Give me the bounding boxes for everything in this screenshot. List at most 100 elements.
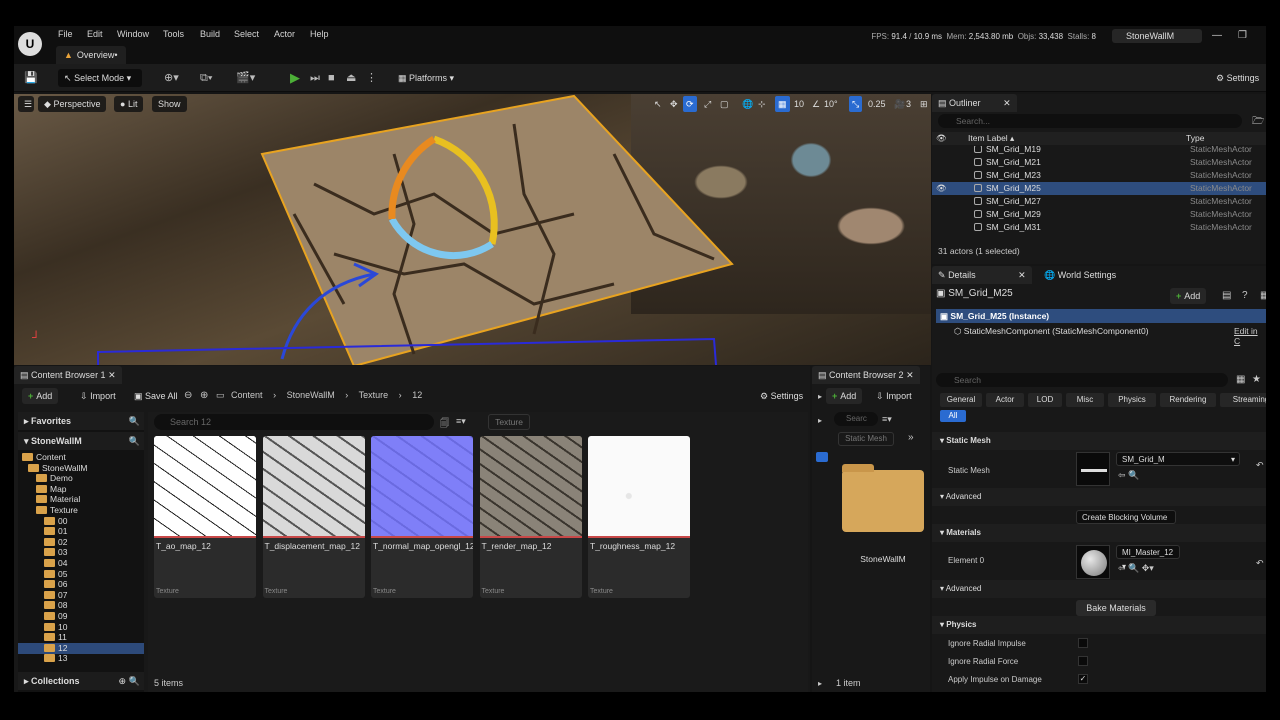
menu-help[interactable]: Help [310,29,329,39]
material-thumbnail[interactable] [1076,545,1110,579]
viewport-layout-icon[interactable]: ⊞ [917,96,931,112]
content-browser-2-tab[interactable]: ▤ Content Browser 2 ✕ [812,366,920,384]
add-actor-icon[interactable]: ⊕▾ [164,69,179,87]
grid-snap-value[interactable]: 10 [791,96,807,112]
back-icon[interactable]: ⊖ [184,390,192,401]
cb1-add-button[interactable]: + Add [22,388,59,404]
ignore-radial-impulse-checkbox[interactable] [1078,638,1088,648]
cb1-import-button[interactable]: ⇩ Import [74,388,122,404]
asset-tile[interactable]: T_roughness_map_12 Texture [588,436,690,598]
section-static-mesh[interactable]: ▾ Static Mesh [932,432,1266,450]
rotate-tool-icon[interactable]: ⟳ [683,96,697,112]
cb1-save-all-button[interactable]: ▣ Save All [128,388,184,404]
menu-edit[interactable]: Edit [87,29,103,39]
collapse-icon[interactable]: ▸ [818,416,822,425]
outliner-row[interactable]: SM_Grid_M31 StaticMeshActor [932,221,1266,234]
tree-folder[interactable]: StoneWallM [18,463,144,474]
minimize-icon[interactable]: — [1212,30,1222,41]
menu-tools[interactable]: Tools [163,29,184,39]
section-advanced-mesh[interactable]: ▾ Advanced [932,488,1266,506]
tree-folder[interactable]: 09 [18,611,144,622]
tree-folder[interactable]: 03 [18,547,144,558]
outliner-row[interactable]: SM_Grid_M23 StaticMeshActor [932,169,1266,182]
section-materials[interactable]: ▾ Materials [932,524,1266,542]
outliner-row[interactable]: SM_Grid_M21 StaticMeshActor [932,156,1266,169]
category-streaming[interactable]: Streaming [1220,393,1266,407]
cb2-folder-label[interactable]: StoneWallM [842,554,924,564]
cb1-settings-button[interactable]: ⚙ Settings [754,388,809,404]
asset-tile[interactable]: T_ao_map_12 Texture [154,436,256,598]
blueprint-convert-icon[interactable]: ▤ [1222,290,1231,301]
create-blocking-volume-dropdown[interactable]: Create Blocking Volume ▾ [1076,510,1176,536]
outliner-tab[interactable]: ▤ Outliner ✕ [932,94,1017,112]
select-mode-dropdown[interactable]: ↖ Select Mode ▾ [58,69,142,87]
play-icon[interactable]: ▶ [290,69,300,87]
use-selected-icon[interactable]: ⇦ 🔍 [1118,470,1139,481]
details-tab[interactable]: ✎ Details ✕ [932,266,1032,284]
breadcrumb-stonewallm[interactable]: StoneWallM [287,390,335,400]
tree-folder[interactable]: 02 [18,537,144,548]
filter-icon[interactable]: ≡▾ [456,416,466,427]
collections-header[interactable]: ▸ Collections ⊕ 🔍 [18,672,144,690]
angle-snap-value[interactable]: 10° [821,96,841,112]
more-options-icon[interactable]: ⋮ [366,69,377,87]
scale-tool-icon[interactable]: ⤢ [701,96,714,112]
tree-folder[interactable]: 00 [18,516,144,527]
col-type[interactable]: Type [1186,132,1204,145]
menu-actor[interactable]: Actor [274,29,295,39]
select-tool-icon[interactable]: ↖ [651,96,665,112]
ignore-radial-force-checkbox[interactable] [1078,656,1088,666]
outliner-search-input[interactable]: Search... [938,114,1242,128]
more-icon[interactable]: ▦ [1260,290,1266,301]
content-browser-1-tab[interactable]: ▤ Content Browser 1 ✕ [14,366,122,384]
breadcrumb-texture[interactable]: Texture [359,390,389,400]
tree-folder[interactable]: 11 [18,632,144,643]
close-icon[interactable]: ✕ [108,370,116,380]
show-button[interactable]: Show [152,96,187,112]
world-settings-tab[interactable]: 🌐 World Settings [1038,266,1122,284]
property-matrix-icon[interactable]: ▦ [1236,374,1245,385]
viewport-menu-icon[interactable]: ☰ [18,96,34,112]
category-all[interactable]: All [940,410,966,422]
asset-tile[interactable]: T_normal_map_opengl_12 Texture [371,436,473,598]
asset-tile[interactable]: T_displacement_map_12 Texture [262,436,365,598]
tree-folder[interactable]: 04 [18,558,144,569]
forward-icon[interactable]: ⊕ [200,390,208,401]
category-misc[interactable]: Misc [1066,393,1104,407]
outliner-row[interactable]: SM_Grid_M27 StaticMeshActor [932,195,1266,208]
component-row[interactable]: ⬡ StaticMeshComponent (StaticMeshCompone… [954,326,1149,337]
lit-button[interactable]: ● Lit [114,96,144,112]
tree-folder[interactable]: Material [18,494,144,505]
apply-impulse-checkbox[interactable]: ✓ [1078,674,1088,684]
tree-folder[interactable]: 12 [18,642,144,654]
move-tool-icon[interactable]: ✥ [667,96,681,112]
eject-icon[interactable]: ⏏ [346,69,356,87]
instance-row[interactable]: ▣ SM_Grid_M25 (Instance) [936,309,1266,323]
perspective-button[interactable]: ◆ Perspective [38,96,107,112]
tree-folder[interactable]: 01 [18,526,144,537]
tree-folder[interactable]: Demo [18,473,144,484]
tree-toggle-icon[interactable] [816,452,828,462]
section-advanced-materials[interactable]: ▾ Advanced [932,580,1266,598]
favorites-header[interactable]: ▸ Favorites 🔍 [18,412,144,430]
sources-toggle-icon[interactable]: ▸ [818,392,822,401]
details-search-input[interactable]: Search [936,373,1228,387]
save-search-icon[interactable]: 🗐 [440,416,449,432]
unreal-logo-icon[interactable]: U [18,32,42,56]
static-mesh-filter-chip[interactable]: Static Mesh [838,432,894,446]
visibility-icon[interactable]: 👁 [936,182,947,195]
step-icon[interactable]: ⏭ [310,69,320,87]
outliner-row[interactable]: SM_Grid_M29 StaticMeshActor [932,208,1266,221]
level-tab[interactable]: ▲ Overview• [56,46,126,64]
tree-folder[interactable]: 07 [18,590,144,601]
filter-icon[interactable]: ≡▾ [882,414,892,425]
outliner-row[interactable]: SM_Grid_M19 StaticMeshActor [932,146,1266,156]
world-local-icon[interactable]: 🌐 [739,96,756,112]
texture-filter-chip[interactable]: Texture [488,414,530,430]
category-lod[interactable]: LOD [1028,393,1062,407]
material-tools-icon[interactable]: ⇦ 🔍 ✥▾ [1118,563,1154,574]
stop-icon[interactable]: ■ [328,69,335,87]
reset-icon[interactable]: ↶ [1256,460,1264,471]
grid-snap-icon[interactable]: ▦ [775,96,790,112]
category-rendering[interactable]: Rendering [1160,393,1216,407]
